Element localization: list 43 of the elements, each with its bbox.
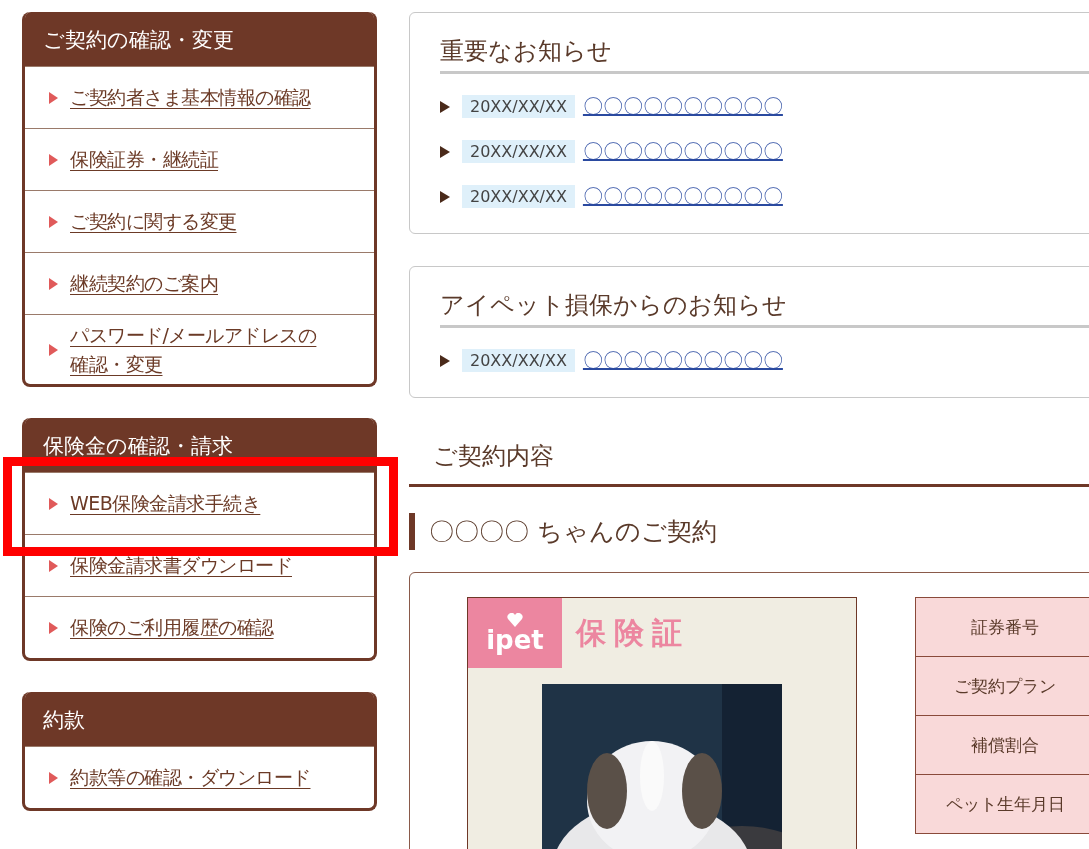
date-label: 20XX/XX/XX bbox=[462, 185, 575, 208]
certificate-title: 保険証 bbox=[576, 613, 690, 652]
triangle-icon bbox=[49, 343, 58, 356]
triangle-icon bbox=[440, 190, 450, 203]
table-cell: 補償割合 bbox=[915, 716, 1089, 775]
triangle-icon bbox=[440, 145, 450, 158]
triangle-icon bbox=[49, 771, 58, 784]
triangle-icon bbox=[49, 91, 58, 104]
menu-heading: 約款 bbox=[25, 692, 374, 746]
heart-icon bbox=[507, 613, 523, 627]
contract-title: 〇〇〇〇 ちゃんのご契約 bbox=[409, 513, 1089, 550]
menu-link[interactable]: パスワード/メールアドレスの確認・変更 bbox=[70, 315, 332, 384]
triangle-icon bbox=[49, 497, 58, 510]
triangle-icon bbox=[49, 559, 58, 572]
menu-link[interactable]: ご契約に関する変更 bbox=[70, 201, 237, 242]
date-label: 20XX/XX/XX bbox=[462, 140, 575, 163]
table-cell: ペット生年月日 bbox=[915, 775, 1089, 834]
menu-link[interactable]: ご契約者さま基本情報の確認 bbox=[70, 77, 311, 118]
menu-link[interactable]: 保険金請求書ダウンロード bbox=[70, 545, 292, 586]
date-label: 20XX/XX/XX bbox=[462, 95, 575, 118]
menu-link[interactable]: WEB保険金請求手続き bbox=[70, 483, 261, 524]
menu-link[interactable]: 継続契約のご案内 bbox=[70, 263, 218, 304]
notice-title: アイペット損保からのお知らせ bbox=[440, 289, 1089, 328]
notice-link[interactable]: 〇〇〇〇〇〇〇〇〇〇 bbox=[582, 347, 783, 374]
menu-heading: ご契約の確認・変更 bbox=[25, 12, 374, 66]
triangle-icon bbox=[49, 215, 58, 228]
notice-link[interactable]: 〇〇〇〇〇〇〇〇〇〇 bbox=[582, 138, 783, 165]
table-cell: 証券番号 bbox=[915, 598, 1089, 657]
triangle-icon bbox=[49, 153, 58, 166]
section-heading: ご契約内容 bbox=[409, 426, 1089, 487]
triangle-icon bbox=[440, 354, 450, 367]
menu-link[interactable]: 約款等の確認・ダウンロード bbox=[70, 757, 311, 798]
notice-link[interactable]: 〇〇〇〇〇〇〇〇〇〇 bbox=[582, 183, 783, 210]
notice-title: 重要なお知らせ bbox=[440, 35, 1089, 74]
menu-link[interactable]: 保険証券・継続証 bbox=[70, 139, 218, 180]
triangle-icon bbox=[49, 621, 58, 634]
table-cell: ご契約プラン bbox=[915, 657, 1089, 716]
triangle-icon bbox=[49, 277, 58, 290]
notice-link[interactable]: 〇〇〇〇〇〇〇〇〇〇 bbox=[582, 93, 783, 120]
menu-link[interactable]: 保険のご利用履歴の確認 bbox=[70, 607, 274, 648]
date-label: 20XX/XX/XX bbox=[462, 349, 575, 372]
triangle-icon bbox=[440, 100, 450, 113]
logo: ipet bbox=[468, 598, 562, 668]
